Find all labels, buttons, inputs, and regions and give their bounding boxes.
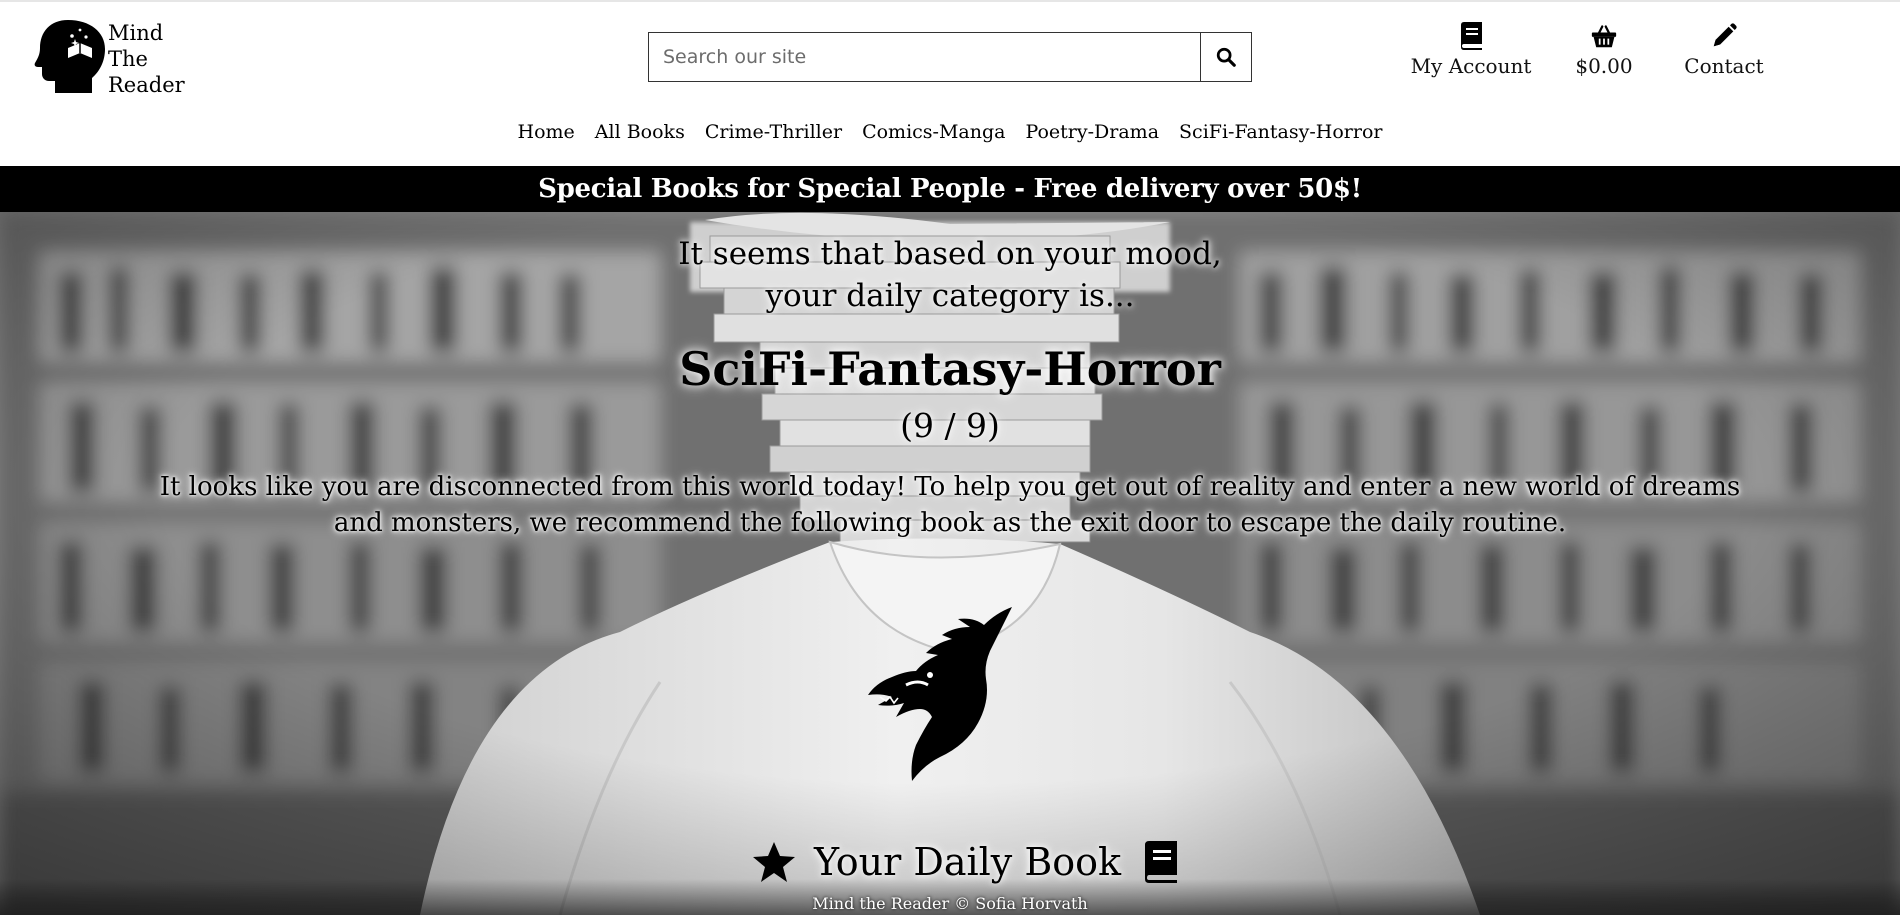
search-input[interactable] (648, 32, 1200, 82)
logo-text: Mind The Reader (108, 20, 185, 98)
category-counter: (9 / 9) (900, 406, 1000, 445)
book-icon (1461, 22, 1482, 50)
hero-section: It seems that based on your mood, your d… (0, 212, 1900, 915)
daily-book-heading: Your Daily Book (752, 840, 1179, 884)
site-footer: Mind the Reader © Sofia Horvath (0, 879, 1900, 915)
nav-all-books[interactable]: All Books (595, 121, 685, 143)
nav-home[interactable]: Home (518, 121, 575, 143)
logo-line: Mind (108, 21, 164, 45)
mood-line-2: your daily category is... (765, 278, 1135, 314)
footer-copyright: Mind the Reader © Sofia Horvath (812, 894, 1088, 913)
category-description: It looks like you are disconnected from … (159, 472, 1741, 538)
nav-crime-thriller[interactable]: Crime-Thriller (705, 121, 842, 143)
mood-line-1: It seems that based on your mood, (678, 236, 1222, 272)
category-nav: Home All Books Crime-Thriller Comics-Man… (0, 121, 1900, 143)
logo-line: The (108, 47, 148, 71)
my-account-link[interactable]: My Account (1400, 22, 1542, 78)
search-icon (1216, 47, 1236, 67)
my-account-label: My Account (1410, 54, 1532, 78)
pencil-icon (1713, 23, 1737, 47)
daily-book-title: Your Daily Book (814, 840, 1122, 884)
daily-category-panel: It seems that based on your mood, your d… (0, 212, 1900, 541)
site-header: Mind The Reader My Account (0, 0, 1900, 166)
basket-link[interactable]: $0.00 (1554, 22, 1654, 78)
head-book-icon (34, 20, 105, 93)
promo-banner-text: Special Books for Special People - Free … (538, 174, 1362, 204)
contact-label: Contact (1684, 54, 1764, 78)
book-icon (1145, 841, 1178, 883)
promo-banner: Special Books for Special People - Free … (0, 166, 1900, 212)
search-form (648, 32, 1252, 82)
basket-icon (1591, 25, 1617, 48)
account-nav: My Account $0.00 Contact (1390, 22, 1774, 78)
nav-poetry-drama[interactable]: Poetry-Drama (1025, 121, 1159, 143)
daily-category-title: SciFi-Fantasy-Horror (679, 342, 1221, 396)
star-icon (753, 842, 795, 882)
nav-scifi-fantasy-horror[interactable]: SciFi-Fantasy-Horror (1179, 121, 1382, 143)
search-button[interactable] (1200, 32, 1252, 82)
dragon-icon (868, 607, 1012, 781)
mood-intro: It seems that based on your mood, your d… (0, 233, 1900, 317)
logo-line: Reader (108, 73, 185, 97)
contact-link[interactable]: Contact (1674, 22, 1774, 78)
nav-comics-manga[interactable]: Comics-Manga (862, 121, 1005, 143)
site-logo[interactable]: Mind The Reader (34, 18, 185, 98)
basket-total: $0.00 (1575, 54, 1633, 78)
